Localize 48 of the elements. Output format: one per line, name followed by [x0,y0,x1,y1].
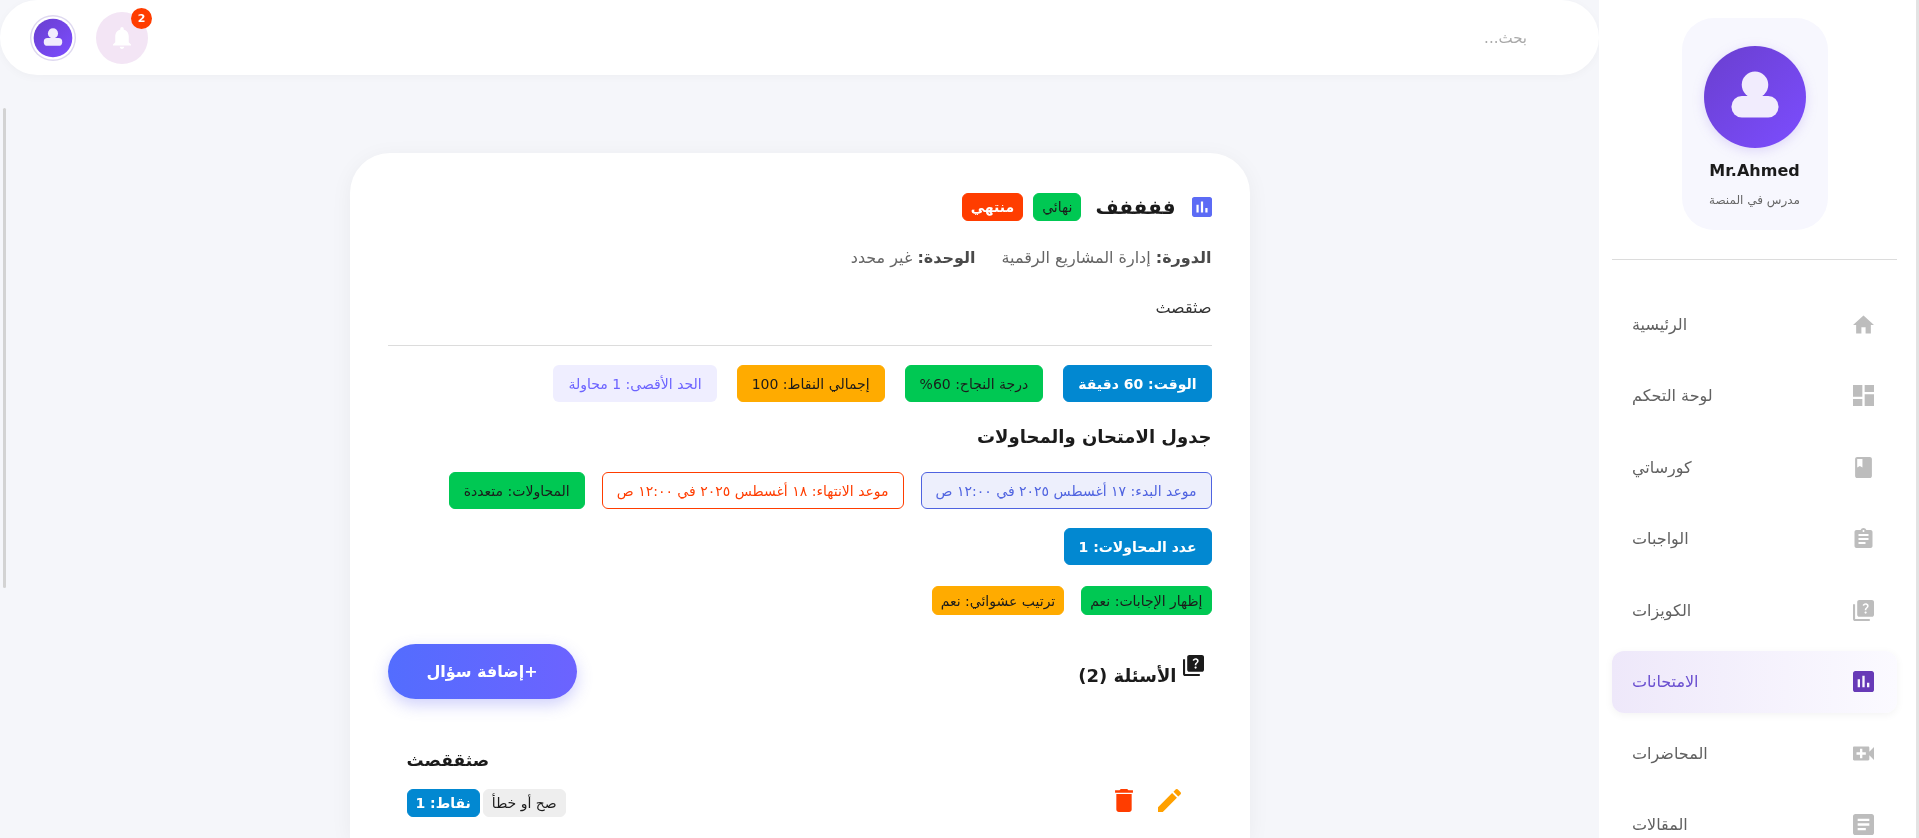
book-icon [1853,456,1874,478]
sidebar-item[interactable]: الرئيسية [1612,293,1897,355]
sidebar-item[interactable]: المقالات [1612,793,1897,838]
stat-chip: الوقت: 60 دقيقة [1063,365,1212,402]
schedule-chip: موعد البدء: ١٧ أغسطس ٢٠٢٥ في ١٢:٠٠ ص [920,472,1212,509]
stat-chip: الحد الأقصى: 1 محاولة [553,365,717,402]
sidebar-item[interactable]: الواجبات [1612,507,1897,570]
option-chip: إظهار الإجابات: نعم [1081,586,1212,615]
stat-chip: إجمالي النقاط: 100 [736,365,885,402]
stat-chip: درجة النجاح: 60% [904,365,1044,402]
sidebar-item[interactable]: كورساتي [1612,436,1897,498]
exam-description: صثقصث [1154,297,1212,319]
course-meta-text: الدورة: إدارة المشاريع الرقمية [1001,247,1212,270]
questions-heading: الأسئلة (2) [1078,665,1177,686]
bar-chart-icon [1191,197,1212,217]
profile-role: مدرس في المنصة [1709,192,1800,209]
profile-name: Mr.Ahmed [1709,161,1800,181]
attempts-chip: عدد المحاولات: 1 [1063,528,1212,565]
bar-chart-icon [1853,671,1874,692]
avatar-icon[interactable] [30,14,76,61]
sidebar-item[interactable]: الامتحانات [1612,650,1897,713]
schedule-heading: جدول الامتحان والمحاولات [976,425,1212,450]
notification-count: 2 [131,7,152,29]
schedule-chip: المحاولات: متعددة [448,472,585,509]
question-cards-icon [1853,599,1874,621]
add-question-button[interactable]: +إضافة سؤال [387,644,577,699]
delete-icon[interactable] [1114,789,1133,812]
document-icon [1853,814,1874,835]
clipboard-icon [1853,528,1874,549]
dashboard-icon [1853,385,1874,406]
sidebar-item[interactable]: المحاضرات [1612,722,1897,784]
bell-icon [113,26,131,49]
edit-icon[interactable] [1157,789,1181,812]
home-icon [1853,313,1874,335]
schedule-chip: موعد الانتهاء: ١٨ أغسطس ٢٠٢٥ في ١٢:٠٠ ص [601,472,904,509]
question-cards-icon [1182,655,1204,676]
option-chip: ترتيب عشوائي: نعم [931,586,1065,615]
question-tag: نقاط: 1 [406,789,480,817]
status-tag: منتهي [961,193,1024,221]
question-text: صثققصث [406,749,490,772]
sidebar-item[interactable]: الكويزات [1612,579,1897,641]
scrollbar-thumb[interactable] [3,108,6,588]
avatar-icon [1703,46,1806,148]
question-tag: صح أو خطأ [482,789,566,817]
course-meta-text: الوحدة: غير محدد [850,247,976,270]
exam-title: ففففف [1095,195,1176,219]
status-tag: نهائي [1033,193,1082,221]
sidebar-item[interactable]: لوحة التحكم [1612,364,1897,427]
